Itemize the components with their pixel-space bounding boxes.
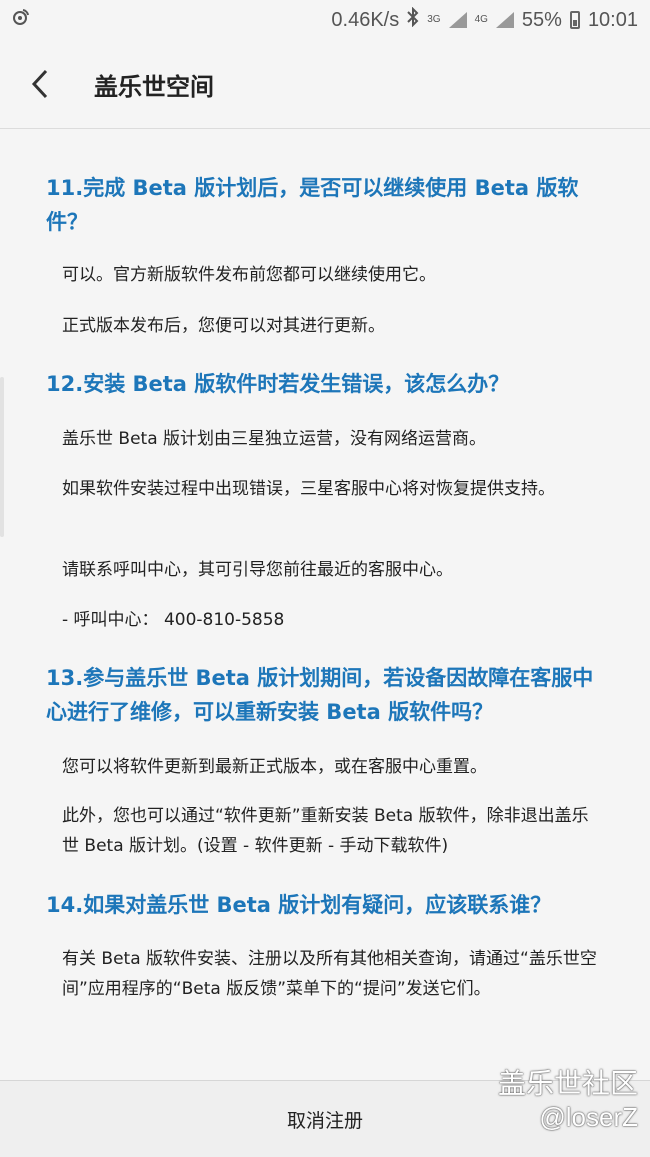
watermark-user: @loserZ	[539, 1102, 638, 1132]
faq-content[interactable]: 11.完成 Beta 版计划后，是否可以继续使用 Beta 版软件？ 可以。官方…	[0, 129, 650, 1079]
signal-icon	[448, 12, 467, 28]
faq-answer: 请联系呼叫中心，其可引导您前往最近的客服中心。	[62, 560, 453, 580]
faq-answer: 可以。官方新版软件发布前您都可以继续使用它。	[62, 265, 436, 285]
faq-answer: 此外，您也可以通过“软件更新”重新安装 Beta 版软件，除非退出盖乐世 Bet…	[62, 806, 589, 856]
battery-percent: 55%	[521, 8, 562, 31]
page-title: 盖乐世空间	[94, 72, 214, 101]
chevron-left-icon	[31, 69, 48, 99]
signal-icon-2	[495, 12, 514, 28]
faq-answer: 如果软件安装过程中出现错误，三星客服中心将对恢复提供支持。	[62, 479, 555, 499]
faq-answer: 有关 Beta 版软件安装、注册以及所有其他相关查询，请通过“盖乐世空间”应用程…	[62, 949, 597, 999]
clock: 10:01	[587, 8, 638, 31]
faq-answer: - 呼叫中心： 400-810-5858	[62, 610, 285, 630]
status-bar: 0.46K/s 3G 4G 55% 10:01	[0, 0, 650, 40]
battery-icon	[569, 11, 580, 29]
weibo-icon	[12, 8, 30, 32]
signal-label-2: 4G	[474, 14, 488, 25]
network-speed: 0.46K/s	[331, 8, 400, 31]
faq-question-11: 11.完成 Beta 版计划后，是否可以继续使用 Beta 版软件？	[46, 176, 579, 234]
faq-question-12: 12.安装 Beta 版软件时若发生错误，该怎么办？	[46, 372, 510, 396]
faq-question-14: 14.如果对盖乐世 Beta 版计划有疑问，应该联系谁？	[46, 893, 552, 917]
watermark-community: 盖乐世社区	[497, 1068, 638, 1099]
bluetooth-icon	[407, 6, 419, 33]
faq-answer: 正式版本发布后，您便可以对其进行更新。	[62, 316, 385, 336]
scroll-edge	[0, 377, 4, 537]
faq-answer: 盖乐世 Beta 版计划由三星独立运营，没有网络运营商。	[62, 429, 487, 449]
back-button[interactable]	[0, 40, 80, 128]
faq-answer: 您可以将软件更新到最新正式版本，或在客服中心重置。	[62, 757, 487, 777]
signal-label-1: 3G	[427, 14, 441, 25]
app-bar: 盖乐世空间	[0, 40, 650, 129]
faq-question-13: 13.参与盖乐世 Beta 版计划期间，若设备因故障在客服中心进行了维修，可以重…	[46, 666, 594, 724]
unregister-button[interactable]: 取消注册	[287, 1106, 363, 1133]
